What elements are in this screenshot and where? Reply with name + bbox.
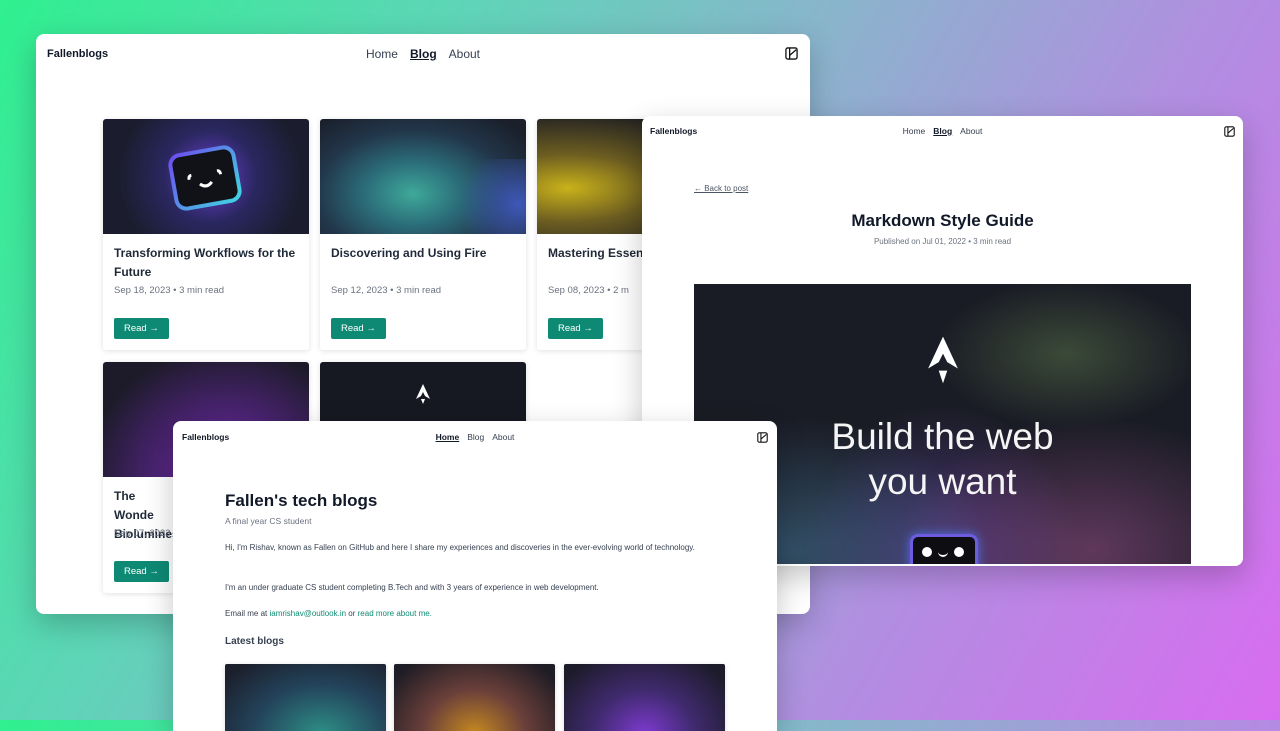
latest-blog-card[interactable] xyxy=(225,664,386,731)
robot-icon xyxy=(910,534,978,564)
robot-icon xyxy=(168,145,242,211)
blog-card[interactable]: Transforming Workflows for the Future Se… xyxy=(103,119,309,350)
nav-blog[interactable]: Blog xyxy=(467,432,484,442)
nav-blog[interactable]: Blog xyxy=(410,47,437,61)
read-button[interactable]: Read → xyxy=(548,318,603,339)
nav-blog[interactable]: Blog xyxy=(933,126,952,136)
card-meta: Sep 18, 2023 • 3 min read xyxy=(114,285,225,296)
palette-icon[interactable] xyxy=(757,432,768,443)
intro-paragraph: I'm an under graduate CS student complet… xyxy=(225,583,599,592)
post-title: Markdown Style Guide xyxy=(851,211,1034,230)
astro-logo-icon xyxy=(928,336,958,384)
palette-icon[interactable] xyxy=(1224,126,1235,137)
latest-blog-card[interactable] xyxy=(564,664,725,731)
palette-icon[interactable] xyxy=(785,47,798,60)
blog-card[interactable]: Discovering and Using Fire Sep 12, 2023 … xyxy=(320,119,526,350)
nav-links: Home Blog About xyxy=(642,116,1243,146)
astro-logo-icon xyxy=(416,384,430,404)
latest-blog-card[interactable] xyxy=(394,664,555,731)
brand-logo[interactable]: Fallenblogs xyxy=(182,432,229,442)
nav-links: Home Blog About xyxy=(173,421,777,453)
page-subtitle: A final year CS student xyxy=(225,516,312,526)
top-nav: Fallenblogs Home Blog About xyxy=(36,34,810,74)
card-title[interactable]: Discovering and Using Fire xyxy=(331,244,515,282)
card-image xyxy=(103,119,309,234)
nav-home[interactable]: Home xyxy=(366,47,398,61)
read-button[interactable]: Read → xyxy=(331,318,386,339)
top-nav: Fallenblogs Home Blog About xyxy=(173,421,777,453)
nav-about[interactable]: About xyxy=(492,432,514,442)
card-title[interactable]: The Wonde Biolumines xyxy=(114,487,179,541)
top-nav: Fallenblogs Home Blog About xyxy=(642,116,1243,146)
nav-about[interactable]: About xyxy=(960,126,982,136)
nav-links: Home Blog About xyxy=(36,34,810,74)
card-meta: Sep 12, 2023 • 3 min read xyxy=(331,285,442,296)
contact-paragraph: Email me at iamrishav@outlook.in or read… xyxy=(225,607,725,620)
card-image xyxy=(320,119,526,234)
nav-about[interactable]: About xyxy=(449,47,480,61)
nav-home[interactable]: Home xyxy=(903,126,926,136)
read-button[interactable]: Read → xyxy=(114,561,169,582)
intro-paragraph: Hi, I'm Rishav, known as Fallen on GitHu… xyxy=(225,543,695,552)
brand-logo[interactable]: Fallenblogs xyxy=(650,126,697,136)
post-meta: Published on Jul 01, 2022 • 3 min read xyxy=(873,237,1012,246)
nav-home[interactable]: Home xyxy=(436,432,460,442)
email-link[interactable]: iamrishav@outlook.in xyxy=(269,609,346,618)
read-button[interactable]: Read → xyxy=(114,318,169,339)
back-link[interactable]: ← Back to post xyxy=(694,184,748,193)
contact-text: Email me at xyxy=(225,609,270,618)
latest-blogs-heading: Latest blogs xyxy=(225,636,284,647)
card-title[interactable]: Transforming Workflows for the Future xyxy=(114,244,298,282)
contact-text: or xyxy=(346,609,358,618)
home-window: Fallenblogs Home Blog About Fallen's tec… xyxy=(173,421,777,731)
brand-logo[interactable]: Fallenblogs xyxy=(47,48,108,60)
about-link[interactable]: read more about me. xyxy=(358,609,432,618)
page-title: Fallen's tech blogs xyxy=(225,491,378,510)
